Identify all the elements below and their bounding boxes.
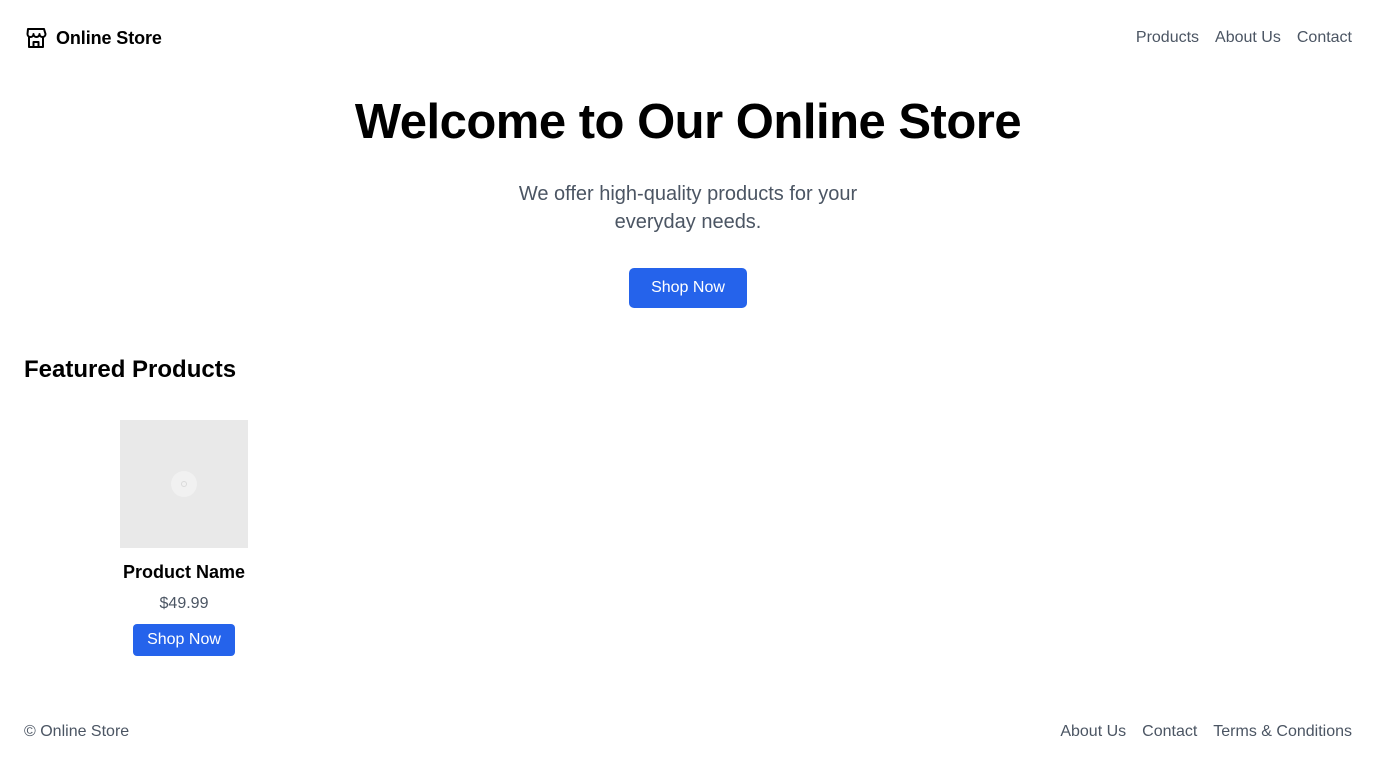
featured-products-heading: Featured Products	[24, 356, 237, 383]
copyright-text: © Online Store	[24, 723, 130, 740]
product-card: Product Name $49.99 Shop Now	[110, 420, 258, 656]
nav-link-products[interactable]: Products	[1136, 29, 1199, 47]
product-name: Product Name	[122, 562, 246, 582]
main-nav: Products About Us Contact	[1136, 29, 1352, 47]
footer-link-contact[interactable]: Contact	[1142, 723, 1197, 741]
footer-nav: About Us Contact Terms & Conditions	[1060, 723, 1352, 741]
hero-subtitle: We offer high-quality products for your …	[518, 183, 858, 233]
store-icon	[24, 26, 48, 50]
hero-title: Welcome to Our Online Store	[354, 95, 1022, 149]
product-shop-now-button[interactable]: Shop Now	[133, 624, 235, 656]
image-placeholder-icon	[171, 471, 197, 497]
product-price: $49.99	[159, 595, 209, 612]
nav-link-about-us[interactable]: About Us	[1215, 29, 1281, 47]
page: Online Store Products About Us Contact W…	[0, 0, 1376, 768]
brand-link[interactable]: Online Store	[24, 26, 162, 50]
footer-link-terms[interactable]: Terms & Conditions	[1213, 723, 1352, 741]
nav-link-contact[interactable]: Contact	[1297, 29, 1352, 47]
hero-shop-now-button[interactable]: Shop Now	[629, 268, 747, 308]
product-image[interactable]	[120, 420, 248, 548]
brand-name: Online Store	[56, 27, 162, 48]
site-header: Online Store Products About Us Contact	[24, 24, 1352, 52]
site-footer: © Online Store About Us Contact Terms & …	[24, 720, 1352, 744]
footer-link-about-us[interactable]: About Us	[1060, 723, 1126, 741]
